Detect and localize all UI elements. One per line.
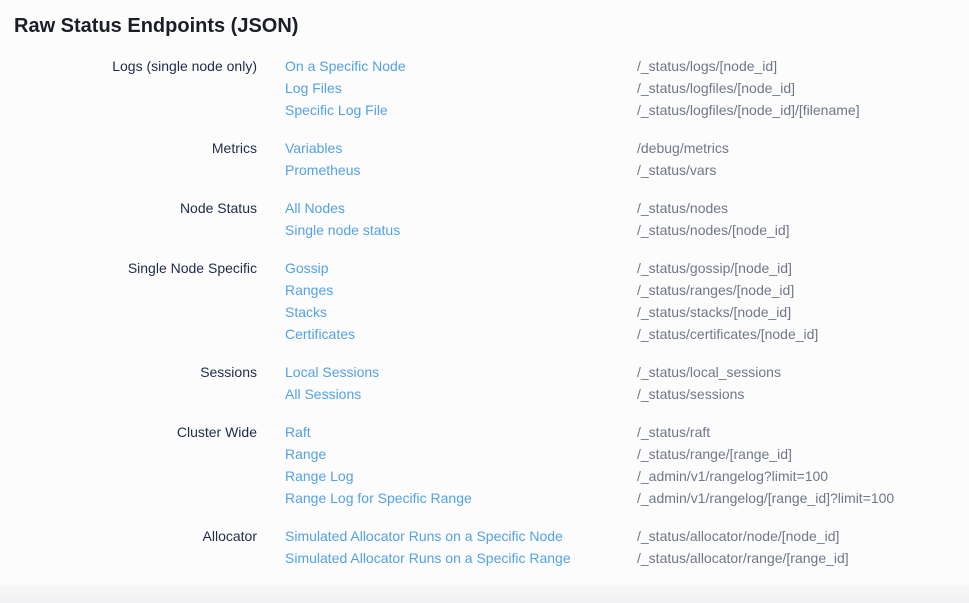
endpoint-links: VariablesPrometheus — [285, 137, 609, 181]
category-label: Single Node Specific — [0, 257, 257, 345]
endpoint-path: /_status/ranges/[node_id] — [637, 279, 969, 301]
endpoint-section: Cluster Wide RaftRangeRange LogRange Log… — [0, 421, 969, 509]
endpoint-section: Allocator Simulated Allocator Runs on a … — [0, 525, 969, 569]
endpoint-sections: Logs (single node only) On a Specific No… — [0, 55, 969, 569]
endpoint-path: /_status/logs/[node_id] — [637, 55, 969, 77]
endpoint-link[interactable]: Range — [285, 443, 609, 465]
endpoint-links: GossipRangesStacksCertificates — [285, 257, 609, 345]
endpoint-path: /_admin/v1/rangelog?limit=100 — [637, 465, 969, 487]
endpoint-section: Metrics VariablesPrometheus /debug/metri… — [0, 137, 969, 181]
category-label: Allocator — [0, 525, 257, 569]
endpoint-path: /_status/nodes — [637, 197, 969, 219]
endpoint-path: /_status/local_sessions — [637, 361, 969, 383]
endpoint-link[interactable]: Specific Log File — [285, 99, 609, 121]
endpoint-path: /_status/allocator/node/[node_id] — [637, 525, 969, 547]
endpoint-path: /_status/logfiles/[node_id] — [637, 77, 969, 99]
category-label: Logs (single node only) — [0, 55, 257, 121]
category-label: Metrics — [0, 137, 257, 181]
endpoint-link[interactable]: Range Log — [285, 465, 609, 487]
endpoint-section: Sessions Local SessionsAll Sessions /_st… — [0, 361, 969, 405]
endpoint-path: /_status/allocator/range/[range_id] — [637, 547, 969, 569]
endpoint-link[interactable]: Log Files — [285, 77, 609, 99]
endpoint-link[interactable]: Ranges — [285, 279, 609, 301]
endpoint-links: RaftRangeRange LogRange Log for Specific… — [285, 421, 609, 509]
endpoint-link[interactable]: Stacks — [285, 301, 609, 323]
endpoint-link[interactable]: Range Log for Specific Range — [285, 487, 609, 509]
endpoint-paths: /_status/raft/_status/range/[range_id]/_… — [637, 421, 969, 509]
category-label: Cluster Wide — [0, 421, 257, 509]
endpoint-link[interactable]: Single node status — [285, 219, 609, 241]
endpoint-link[interactable]: Certificates — [285, 323, 609, 345]
endpoint-path: /_admin/v1/rangelog/[range_id]?limit=100 — [637, 487, 969, 509]
endpoint-paths: /_status/allocator/node/[node_id]/_statu… — [637, 525, 969, 569]
endpoint-links: Simulated Allocator Runs on a Specific N… — [285, 525, 609, 569]
endpoint-path: /_status/vars — [637, 159, 969, 181]
endpoint-section: Single Node Specific GossipRangesStacksC… — [0, 257, 969, 345]
endpoint-paths: /debug/metrics/_status/vars — [637, 137, 969, 181]
category-label: Node Status — [0, 197, 257, 241]
endpoint-link[interactable]: Variables — [285, 137, 609, 159]
endpoint-link[interactable]: Simulated Allocator Runs on a Specific N… — [285, 525, 609, 547]
endpoint-section: Node Status All NodesSingle node status … — [0, 197, 969, 241]
endpoint-link[interactable]: Raft — [285, 421, 609, 443]
endpoint-path: /_status/stacks/[node_id] — [637, 301, 969, 323]
endpoint-link[interactable]: All Sessions — [285, 383, 609, 405]
endpoint-link[interactable]: On a Specific Node — [285, 55, 609, 77]
endpoint-path: /_status/certificates/[node_id] — [637, 323, 969, 345]
endpoint-path: /_status/range/[range_id] — [637, 443, 969, 465]
footer-strip — [0, 585, 969, 603]
endpoint-path: /_status/raft — [637, 421, 969, 443]
endpoint-paths: /_status/logs/[node_id]/_status/logfiles… — [637, 55, 969, 121]
endpoint-link[interactable]: Prometheus — [285, 159, 609, 181]
endpoint-path: /debug/metrics — [637, 137, 969, 159]
endpoint-paths: /_status/nodes/_status/nodes/[node_id] — [637, 197, 969, 241]
endpoint-link[interactable]: Local Sessions — [285, 361, 609, 383]
endpoint-paths: /_status/local_sessions/_status/sessions — [637, 361, 969, 405]
endpoint-links: On a Specific NodeLog FilesSpecific Log … — [285, 55, 609, 121]
page-title: Raw Status Endpoints (JSON) — [14, 13, 969, 39]
endpoint-links: All NodesSingle node status — [285, 197, 609, 241]
endpoint-path: /_status/sessions — [637, 383, 969, 405]
category-label: Sessions — [0, 361, 257, 405]
endpoint-section: Logs (single node only) On a Specific No… — [0, 55, 969, 121]
endpoint-link[interactable]: Gossip — [285, 257, 609, 279]
raw-status-endpoints-page: Raw Status Endpoints (JSON) Logs (single… — [0, 0, 969, 603]
endpoint-path: /_status/gossip/[node_id] — [637, 257, 969, 279]
endpoint-link[interactable]: Simulated Allocator Runs on a Specific R… — [285, 547, 609, 569]
endpoint-path: /_status/nodes/[node_id] — [637, 219, 969, 241]
endpoint-path: /_status/logfiles/[node_id]/[filename] — [637, 99, 969, 121]
endpoint-link[interactable]: All Nodes — [285, 197, 609, 219]
endpoint-paths: /_status/gossip/[node_id]/_status/ranges… — [637, 257, 969, 345]
endpoint-links: Local SessionsAll Sessions — [285, 361, 609, 405]
